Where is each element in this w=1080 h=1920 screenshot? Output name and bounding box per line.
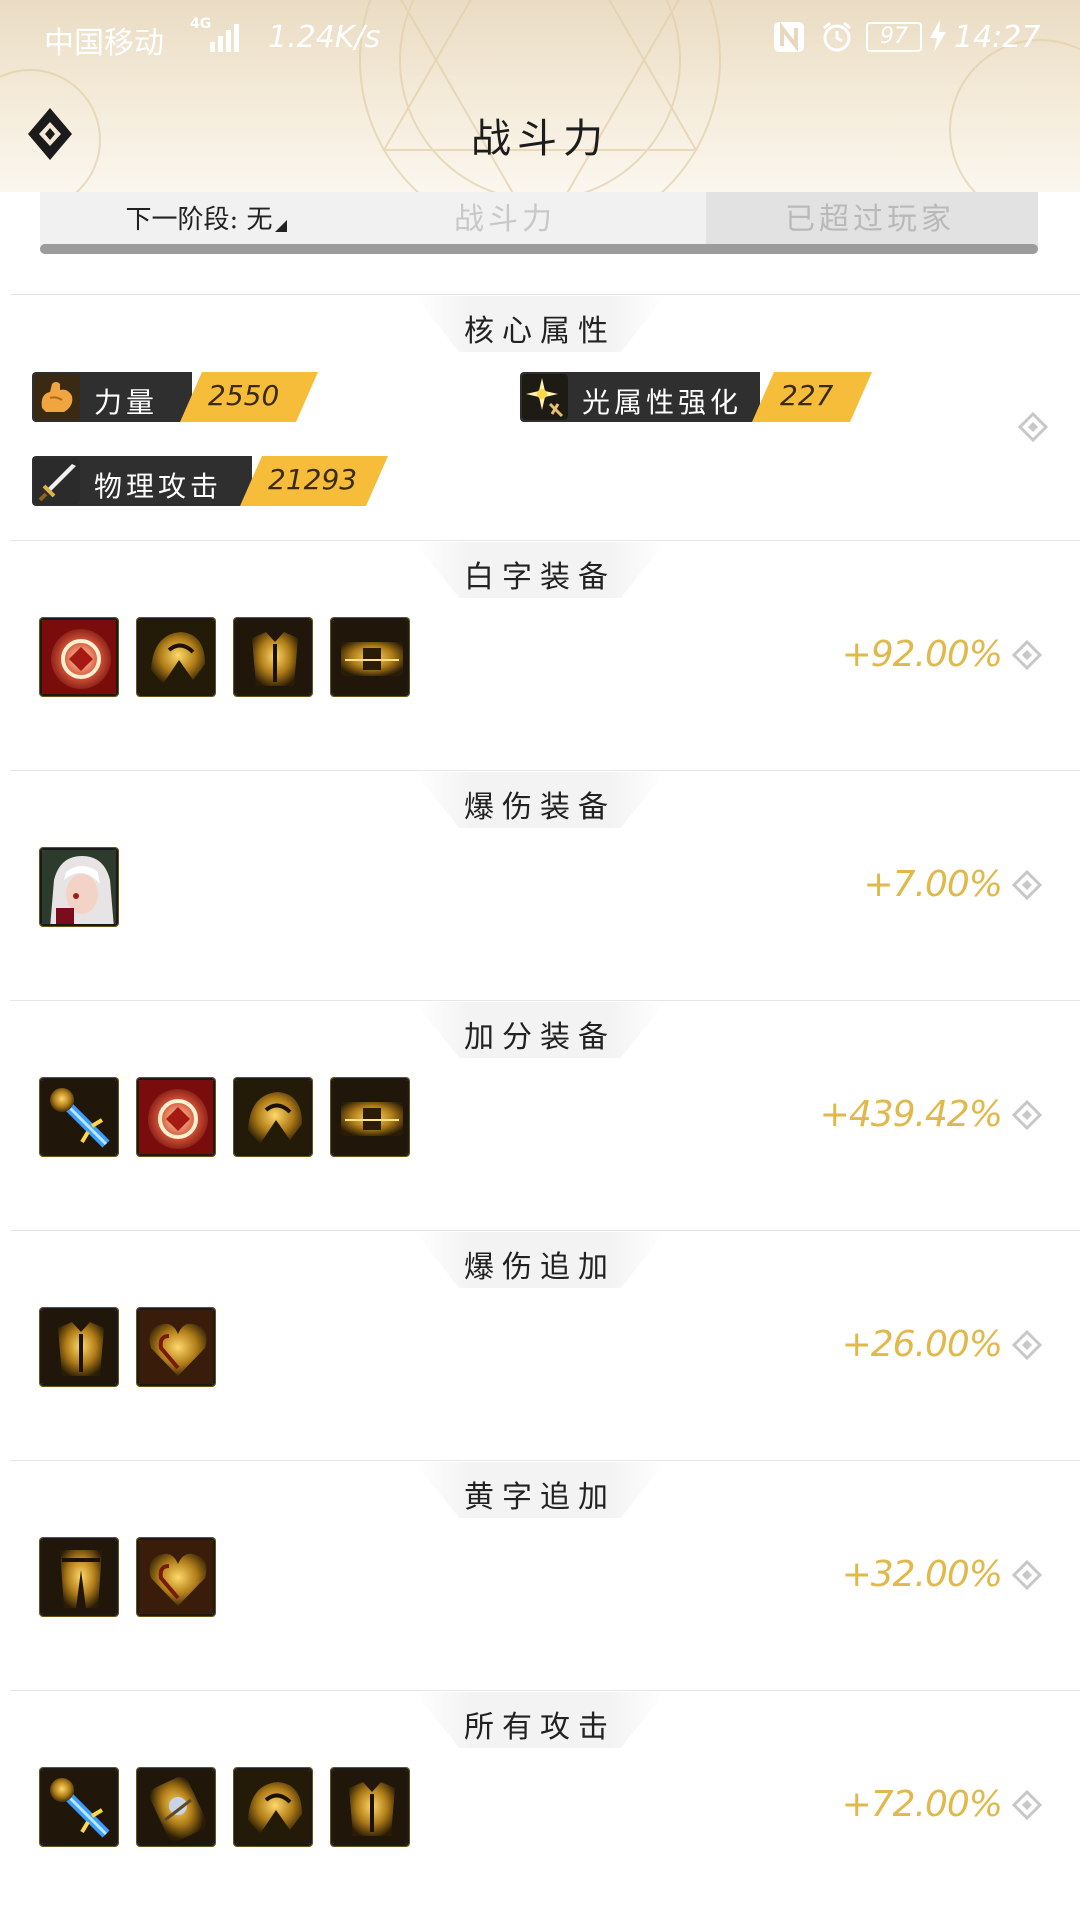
detail-diamond-icon[interactable] — [1012, 870, 1042, 900]
tab-next-stage[interactable]: 下一阶段: 无 — [106, 192, 306, 248]
golden-belt-item-icon[interactable] — [331, 618, 409, 696]
corner-triangle-icon — [274, 220, 287, 232]
tab-power[interactable]: 战斗力 — [400, 192, 610, 248]
section-header-core: 核心属性 — [414, 296, 666, 352]
divider — [10, 294, 1080, 295]
section-title: 白字装备 — [464, 560, 616, 595]
golden-helmet-item-icon[interactable] — [234, 1078, 312, 1156]
section-percent: +32.00% — [841, 1554, 1003, 1595]
divider — [10, 1230, 1080, 1231]
section-percent: +7.00% — [863, 864, 1003, 905]
section-header-yellow-text-extra: 黄字追加 — [414, 1462, 666, 1518]
golden-armor-item-icon[interactable] — [40, 1308, 118, 1386]
section-title: 核心属性 — [464, 314, 616, 349]
section-percent: +92.00% — [841, 634, 1003, 675]
carrier-label: 中国移动 — [44, 26, 164, 61]
detail-diamond-icon[interactable] — [1012, 1100, 1042, 1130]
tab-exceeded-players[interactable]: 已超过玩家 — [740, 192, 1000, 248]
blue-staff-item-icon[interactable] — [40, 1078, 118, 1156]
alarm-icon — [823, 21, 851, 52]
network-speed: 1.24K/s — [268, 20, 381, 55]
detail-diamond-icon[interactable] — [1012, 1790, 1042, 1820]
page-title: 战斗力 — [471, 116, 609, 162]
fist-icon — [34, 374, 80, 420]
section-title: 加分装备 — [464, 1020, 616, 1055]
progress-bar — [40, 244, 1038, 254]
clock: 14:27 — [954, 20, 1041, 55]
section-header-crit-damage-gear: 爆伤装备 — [414, 772, 666, 828]
stat-value: 227 — [780, 379, 834, 412]
progress-fill — [40, 244, 1038, 254]
detail-diamond-icon[interactable] — [1012, 640, 1042, 670]
battery-icon: 97 — [866, 22, 922, 52]
stat-badge-light-enhancement[interactable]: 光属性强化 227 — [520, 372, 850, 422]
golden-helmet-item-icon[interactable] — [137, 618, 215, 696]
golden-belt-item-icon[interactable] — [331, 1078, 409, 1156]
signal-icon — [210, 24, 239, 52]
golden-pants-item-icon[interactable] — [40, 1538, 118, 1616]
core-detail-diamond-icon[interactable] — [1018, 412, 1048, 442]
golden-armor-item-icon[interactable] — [234, 618, 312, 696]
section-header-all-attack: 所有攻击 — [414, 1692, 666, 1748]
white-haired-portrait-item-icon[interactable] — [40, 848, 118, 926]
section-header-white-text-gear: 白字装备 — [414, 542, 666, 598]
header: 中国移动 4G 1.24K/s 97 14:27 战斗力 — [0, 0, 1080, 192]
detail-diamond-icon[interactable] — [1012, 1330, 1042, 1360]
sword-icon — [34, 458, 80, 504]
section-header-bonus-gear: 加分装备 — [414, 1002, 666, 1058]
section-title: 黄字追加 — [464, 1480, 616, 1515]
charging-icon — [930, 20, 946, 52]
red-medallion-item-icon[interactable] — [40, 618, 118, 696]
tab-next-stage-label: 下一阶段: 无 — [125, 205, 273, 235]
stat-badge-physical-attack[interactable]: 物理攻击 21293 — [32, 456, 362, 506]
stat-value: 21293 — [268, 463, 358, 496]
golden-heart-item-icon[interactable] — [137, 1538, 215, 1616]
divider — [10, 1690, 1080, 1691]
red-medallion-item-icon[interactable] — [137, 1078, 215, 1156]
divider — [10, 1460, 1080, 1461]
section-percent: +26.00% — [841, 1324, 1003, 1365]
section-percent: +72.00% — [841, 1784, 1003, 1825]
golden-heart-item-icon[interactable] — [137, 1308, 215, 1386]
golden-helmet-item-icon[interactable] — [234, 1768, 312, 1846]
divider — [10, 540, 1080, 541]
section-title: 所有攻击 — [464, 1710, 616, 1745]
battery-level: 97 — [880, 24, 908, 49]
stat-badge-strength[interactable]: 力量 2550 — [32, 372, 288, 422]
blue-staff-item-icon[interactable] — [40, 1768, 118, 1846]
section-percent: +439.42% — [819, 1094, 1003, 1135]
light-star-icon — [522, 374, 568, 420]
section-title: 爆伤追加 — [464, 1250, 616, 1285]
section-header-crit-damage-extra: 爆伤追加 — [414, 1232, 666, 1288]
section-title: 爆伤装备 — [464, 790, 616, 825]
nfc-icon — [774, 22, 804, 52]
stat-label: 光属性强化 — [582, 386, 743, 419]
stat-label: 力量 — [94, 386, 159, 419]
detail-diamond-icon[interactable] — [1012, 1560, 1042, 1590]
status-bar: 中国移动 4G 1.24K/s 97 14:27 — [0, 0, 1080, 76]
stat-value: 2550 — [208, 379, 280, 412]
divider — [10, 1000, 1080, 1001]
divider — [10, 770, 1080, 771]
tab-strip: 下一阶段: 无 战斗力 已超过玩家 — [40, 192, 1038, 248]
golden-armor-item-icon[interactable] — [331, 1768, 409, 1846]
golden-bracer-item-icon[interactable] — [137, 1768, 215, 1846]
stat-label: 物理攻击 — [94, 470, 223, 503]
